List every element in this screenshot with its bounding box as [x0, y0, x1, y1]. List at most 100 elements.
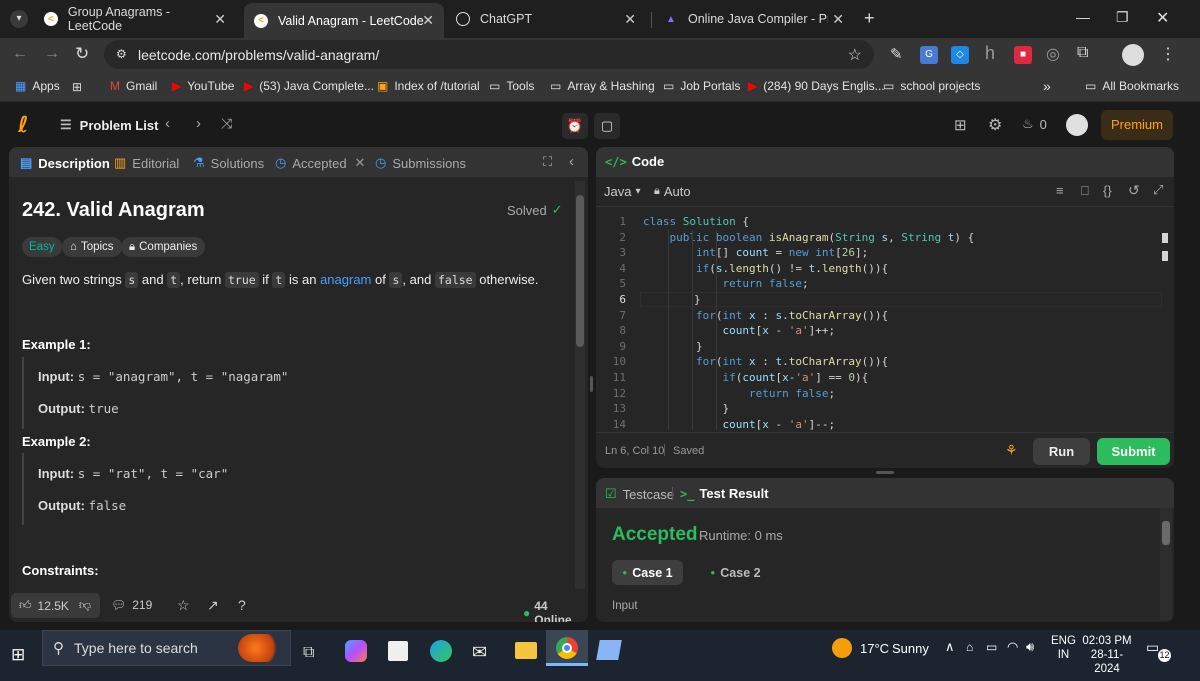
code-line[interactable]: int[] count = new int[26];: [643, 246, 868, 259]
close-tab-icon[interactable]: ✕: [624, 11, 636, 28]
reload-icon[interactable]: ↻: [75, 44, 89, 64]
reset-icon[interactable]: ↺: [1128, 182, 1140, 199]
code-line[interactable]: return false;: [643, 387, 835, 400]
bookmark-tutorial[interactable]: ▣ Index of /tutorial: [377, 79, 480, 93]
weather-temp[interactable]: 17°C: [860, 641, 889, 656]
close-tab-icon[interactable]: ✕: [214, 11, 226, 28]
comments-button[interactable]: 💬︎ 219: [111, 598, 152, 612]
bookmark-star-icon[interactable]: ☆: [848, 45, 862, 65]
case-1-tab[interactable]: ● Case 1: [612, 560, 683, 585]
anagram-link[interactable]: anagram: [320, 272, 371, 287]
site-info-icon[interactable]: ⚙: [116, 47, 127, 61]
scrollbar-thumb[interactable]: [576, 195, 584, 347]
all-bookmarks[interactable]: ▭ All Bookmarks: [1085, 79, 1179, 93]
bookmark-array-hashing[interactable]: ▭ Array & Hashing: [550, 79, 655, 93]
language-indicator[interactable]: ENG IN: [1051, 634, 1076, 662]
braces-icon[interactable]: {}: [1103, 183, 1112, 198]
expand-icon[interactable]: ⛶: [543, 154, 552, 170]
prev-problem-icon[interactable]: ‹: [165, 115, 170, 132]
favorite-star-icon[interactable]: ☆: [177, 597, 190, 614]
restore-icon[interactable]: ❐: [1116, 9, 1129, 26]
bookmark-youtube[interactable]: ▶ YouTube: [172, 79, 234, 93]
tab-description[interactable]: ▤ Description: [20, 155, 110, 171]
code-line[interactable]: count[x - 'a']--;: [643, 418, 835, 430]
notepad-icon[interactable]: [596, 640, 622, 660]
pen-icon[interactable]: ✎: [890, 45, 903, 63]
code-line[interactable]: for(int x : s.toCharArray()){: [643, 309, 888, 322]
clock[interactable]: 02:03 PM 28-11-2024: [1079, 634, 1135, 676]
scrollbar-thumb[interactable]: [1162, 521, 1170, 545]
store-icon[interactable]: [388, 641, 408, 661]
run-button[interactable]: Run: [1033, 438, 1090, 465]
code-line[interactable]: if(s.length() != t.length()){: [643, 262, 888, 275]
settings-gear-icon[interactable]: ⚙: [988, 115, 1002, 135]
tab-test-result[interactable]: >_ Test Result: [680, 486, 769, 501]
difficulty-badge[interactable]: Easy: [22, 237, 62, 257]
red-extension-icon[interactable]: ■: [1014, 46, 1032, 64]
topics-button[interactable]: ⌂ Topics: [62, 237, 122, 257]
weather-condition[interactable]: Sunny: [892, 641, 929, 656]
code-tab[interactable]: </> Code: [605, 154, 664, 169]
submit-button[interactable]: Submit: [1097, 438, 1170, 465]
collapse-icon[interactable]: ‹: [569, 153, 574, 170]
language-select[interactable]: Java ▾: [604, 184, 641, 199]
tab-valid-anagram[interactable]: < Valid Anagram - LeetCode ✕: [244, 3, 444, 38]
weather-sun-icon[interactable]: [832, 638, 852, 658]
volume-icon[interactable]: 🔊︎: [1026, 639, 1034, 655]
translate-extension-icon[interactable]: G: [920, 46, 938, 64]
tab-accepted[interactable]: ◷ Accepted ✕: [275, 155, 365, 171]
note-icon[interactable]: ▢: [594, 113, 620, 139]
grid-icon[interactable]: ⊞: [72, 80, 82, 94]
copilot-icon[interactable]: [345, 640, 367, 662]
problem-list-button[interactable]: ☰ Problem List: [60, 117, 158, 133]
new-tab-icon[interactable]: +: [864, 8, 875, 29]
debug-icon[interactable]: ⏰: [562, 113, 588, 139]
code-line[interactable]: }: [643, 340, 703, 353]
streak-counter[interactable]: ♨ 0: [1022, 116, 1047, 132]
tab-search-icon[interactable]: ▾: [10, 10, 28, 28]
code-line[interactable]: class Solution {: [643, 215, 749, 228]
tab-java-compiler[interactable]: ▲ Online Java Compiler - Program ✕: [654, 4, 854, 34]
compass-extension-icon[interactable]: ◎: [1046, 44, 1060, 64]
debug-bug-icon[interactable]: ⚘: [1005, 442, 1018, 459]
code-line[interactable]: }: [640, 292, 1162, 307]
bookmark-gmail[interactable]: M Gmail: [110, 79, 157, 93]
bookmark-icon[interactable]: ⎕: [1081, 183, 1089, 199]
result-scrollbar[interactable]: [1160, 508, 1172, 620]
profile-avatar[interactable]: [1122, 44, 1144, 66]
bookmark-school-projects[interactable]: ▭ school projects: [883, 79, 980, 93]
premium-button[interactable]: Premium: [1101, 110, 1173, 140]
task-view-icon[interactable]: ⧉: [303, 644, 314, 662]
extensions-icon[interactable]: ⧉: [1077, 44, 1088, 62]
close-window-icon[interactable]: ✕: [1156, 8, 1169, 28]
battery-icon[interactable]: ▭: [986, 640, 997, 654]
auto-mode[interactable]: 🔒︎ Auto: [654, 184, 691, 199]
more-bookmarks-icon[interactable]: »: [1043, 78, 1051, 94]
code-line[interactable]: for(int x : t.toCharArray()){: [643, 355, 888, 368]
user-avatar[interactable]: [1066, 114, 1088, 136]
tab-submissions[interactable]: ◷ Submissions: [375, 155, 466, 171]
fullscreen-icon[interactable]: ⤢: [1153, 182, 1163, 198]
shuffle-icon[interactable]: ⤨: [221, 115, 232, 132]
mail-icon[interactable]: ✉: [472, 642, 487, 663]
horizontal-splitter[interactable]: [876, 471, 894, 474]
vertical-splitter[interactable]: [590, 376, 593, 392]
tray-expand-icon[interactable]: ∧: [945, 639, 955, 655]
file-explorer-icon[interactable]: [515, 642, 537, 659]
tab-group-anagrams[interactable]: < Group Anagrams - LeetCode ✕: [34, 4, 236, 34]
bookmark-java[interactable]: ▶ (53) Java Complete...: [244, 79, 374, 93]
case-2-tab[interactable]: ● Case 2: [700, 560, 771, 585]
code-line[interactable]: if(count[x-'a'] == 0){: [643, 371, 868, 384]
description-scrollbar[interactable]: [575, 181, 585, 589]
code-line[interactable]: count[x - 'a']++;: [643, 324, 835, 337]
close-tab-icon[interactable]: ✕: [832, 11, 844, 28]
layout-grid-icon[interactable]: ⊞: [954, 116, 967, 134]
taskbar-search-input[interactable]: ⚲ Type here to search: [42, 630, 291, 666]
help-icon[interactable]: ?: [238, 597, 246, 613]
next-problem-icon[interactable]: ›: [196, 115, 201, 132]
tab-editorial[interactable]: ▥ Editorial: [114, 155, 179, 171]
tab-testcase[interactable]: ☑ Testcase: [605, 486, 674, 502]
minimize-icon[interactable]: —: [1076, 9, 1090, 25]
tab-solutions[interactable]: ⚗ Solutions: [193, 155, 264, 171]
companies-button[interactable]: 🔒︎ Companies: [121, 237, 206, 257]
